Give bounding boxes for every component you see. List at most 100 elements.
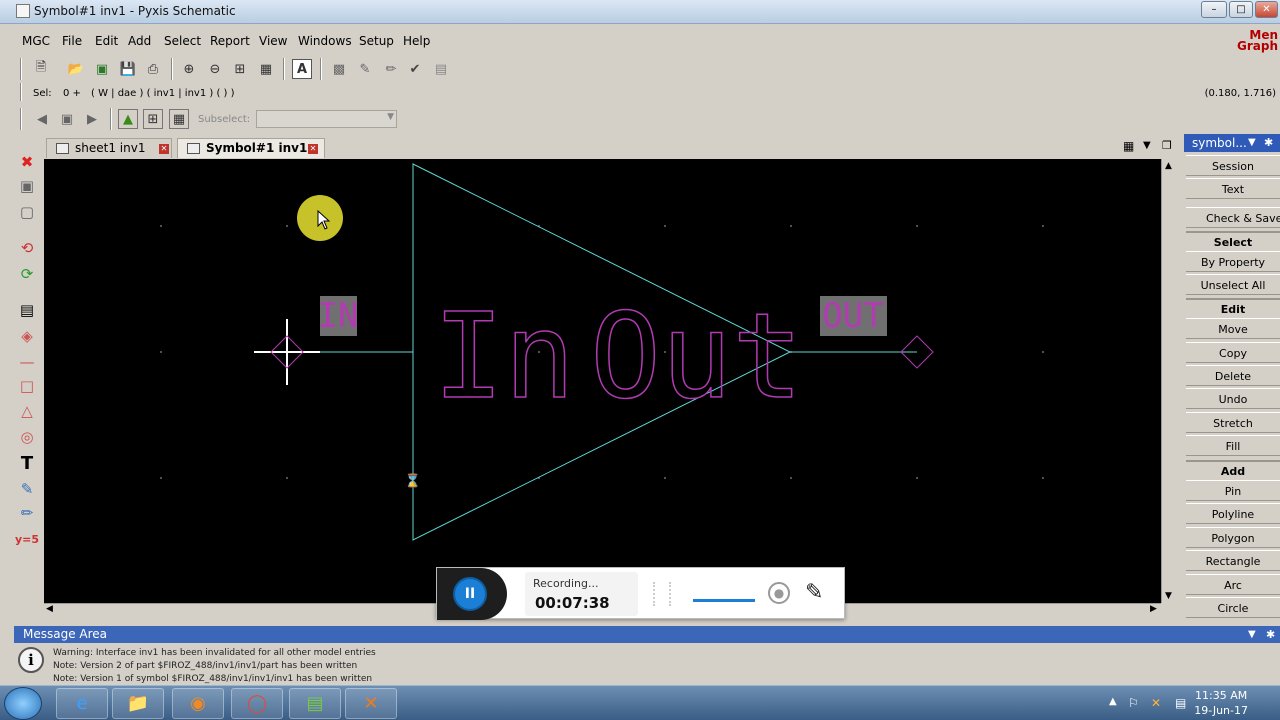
chrome-icon[interactable]: ◯ bbox=[231, 688, 283, 719]
action-center-icon[interactable]: ⚐ bbox=[1128, 696, 1139, 710]
component-icon[interactable]: ▩ bbox=[329, 59, 349, 79]
palette-session-button[interactable]: Session bbox=[1186, 155, 1280, 176]
symbol-text-in[interactable]: In bbox=[432, 286, 576, 426]
variable-icon[interactable]: y=5 bbox=[15, 528, 39, 550]
close-tab-icon[interactable]: ✕ bbox=[159, 144, 169, 154]
redo-icon[interactable]: ⟳ bbox=[16, 263, 38, 285]
scroll-up-icon[interactable]: ▲ bbox=[1165, 161, 1172, 171]
menu-edit[interactable]: Edit bbox=[95, 34, 118, 48]
chevron-down-icon[interactable]: ▼ bbox=[1143, 140, 1151, 151]
palette-stretch-button[interactable]: Stretch bbox=[1186, 412, 1280, 433]
open-folder-icon[interactable]: 📂 bbox=[66, 59, 86, 79]
palette-check-saves-button[interactable]: Check & Saves bbox=[1186, 207, 1280, 228]
palette-unselect-all-button[interactable]: Unselect All bbox=[1186, 274, 1280, 295]
select-all-icon[interactable]: ▦ bbox=[169, 109, 189, 129]
symbol-text-out[interactable]: Out bbox=[589, 286, 804, 426]
text-tool-icon[interactable]: A bbox=[292, 59, 312, 79]
check-icon[interactable]: ✔ bbox=[405, 59, 425, 79]
circle-icon[interactable]: ◎ bbox=[16, 426, 38, 448]
pause-button[interactable]: II bbox=[453, 577, 487, 611]
select-hierarchy-icon[interactable]: ▲ bbox=[118, 109, 138, 129]
menu-help[interactable]: Help bbox=[403, 34, 430, 48]
maximize-button[interactable]: □ bbox=[1229, 1, 1253, 18]
internet-explorer-icon[interactable]: e bbox=[56, 688, 108, 719]
palette-polygon-button[interactable]: Polygon bbox=[1186, 527, 1280, 548]
edit-property-icon[interactable]: ✏ bbox=[381, 59, 401, 79]
palette-polyline-button[interactable]: Polyline bbox=[1186, 503, 1280, 524]
network-icon[interactable]: ▤ bbox=[1175, 696, 1186, 710]
palette-fill-button[interactable]: Fill bbox=[1186, 435, 1280, 456]
rectangle-icon[interactable]: □ bbox=[16, 375, 38, 397]
palette-delete-button[interactable]: Delete bbox=[1186, 365, 1280, 386]
select-area-icon[interactable]: ⊞ bbox=[143, 109, 163, 129]
menu-view[interactable]: View bbox=[259, 34, 287, 48]
minimize-button[interactable]: – bbox=[1201, 1, 1227, 18]
schematic-canvas[interactable]: IN OUT In Out ⌛ bbox=[44, 159, 1161, 603]
home-icon[interactable]: ▣ bbox=[57, 109, 77, 129]
tray-expand-icon[interactable]: ▲ bbox=[1109, 696, 1117, 707]
menu-mgc[interactable]: MGC bbox=[22, 34, 50, 48]
edit-pencil-icon[interactable]: ✎ bbox=[355, 59, 375, 79]
scroll-right-icon[interactable]: ▶ bbox=[1150, 604, 1157, 614]
pin-icon[interactable]: ✱ bbox=[1266, 626, 1275, 643]
vertical-scrollbar[interactable]: ▲ ▼ bbox=[1161, 159, 1177, 603]
palette-text-button[interactable]: Text bbox=[1186, 178, 1280, 199]
pen-icon[interactable]: ✎ bbox=[805, 580, 823, 605]
back-arrow-icon[interactable]: ◀ bbox=[32, 109, 52, 129]
zoom-in-icon[interactable]: ⊕ bbox=[179, 59, 199, 79]
add-pin-icon[interactable]: ◈ bbox=[16, 325, 38, 347]
scroll-down-icon[interactable]: ▼ bbox=[1165, 591, 1172, 601]
palette-pin-button[interactable]: Pin bbox=[1186, 480, 1280, 501]
zoom-area-icon[interactable]: ⊞ bbox=[230, 59, 250, 79]
subselect-dropdown[interactable]: ▼ bbox=[256, 110, 397, 128]
close-button[interactable]: ✕ bbox=[1255, 1, 1278, 18]
tab-symbol[interactable]: Symbol#1 inv1 ✕ bbox=[177, 138, 325, 158]
new-document-icon[interactable]: 🗎 bbox=[31, 59, 51, 79]
start-button[interactable] bbox=[4, 687, 42, 720]
undo-icon[interactable]: ⟲ bbox=[16, 237, 38, 259]
zoom-out-icon[interactable]: ⊖ bbox=[205, 59, 225, 79]
palette-by-property-button[interactable]: By Property bbox=[1186, 251, 1280, 272]
chevron-down-icon[interactable]: ▼ bbox=[1248, 626, 1256, 643]
pin-in-label[interactable]: IN bbox=[318, 296, 359, 336]
xserver-icon[interactable]: ✕ bbox=[345, 688, 397, 719]
select-icon[interactable]: ▣ bbox=[16, 175, 38, 197]
scroll-left-icon[interactable]: ◀ bbox=[46, 604, 53, 614]
pyxis-app-icon[interactable]: ▤ bbox=[289, 688, 341, 719]
pin-tool-icon[interactable]: ▤ bbox=[16, 299, 38, 321]
webcam-icon[interactable]: ● bbox=[768, 582, 790, 604]
menu-report[interactable]: Report bbox=[210, 34, 250, 48]
forward-arrow-icon[interactable]: ▶ bbox=[82, 109, 102, 129]
volume-slider[interactable] bbox=[693, 599, 755, 602]
firefox-icon[interactable]: ◉ bbox=[172, 688, 224, 719]
save-icon[interactable]: 💾 bbox=[118, 59, 138, 79]
layout-icon[interactable]: ▦ bbox=[1123, 139, 1134, 153]
recorder-tray-icon[interactable]: ✕ bbox=[1151, 696, 1161, 710]
pin-icon[interactable]: ✱ bbox=[1264, 134, 1273, 152]
pin-out-label[interactable]: OUT bbox=[822, 296, 883, 336]
file-explorer-icon[interactable]: 📁 bbox=[112, 688, 164, 719]
menu-windows[interactable]: Windows bbox=[298, 34, 352, 48]
palette-header[interactable]: symbol... ▼ ✱ bbox=[1184, 134, 1280, 152]
report-icon[interactable]: ▤ bbox=[431, 59, 451, 79]
text-icon[interactable]: T bbox=[16, 452, 38, 474]
property-text-icon[interactable]: ✎ bbox=[16, 478, 38, 500]
palette-move-button[interactable]: Move bbox=[1186, 318, 1280, 339]
close-tab-icon[interactable]: ✕ bbox=[308, 144, 318, 154]
menu-file[interactable]: File bbox=[62, 34, 82, 48]
drag-handle[interactable] bbox=[653, 582, 671, 606]
menu-select[interactable]: Select bbox=[164, 34, 201, 48]
unselect-icon[interactable]: ▢ bbox=[16, 201, 38, 223]
palette-copy-button[interactable]: Copy bbox=[1186, 342, 1280, 363]
palette-rectangle-button[interactable]: Rectangle bbox=[1186, 550, 1280, 571]
palette-undo-button[interactable]: Undo bbox=[1186, 388, 1280, 409]
zoom-fit-icon[interactable]: ▦ bbox=[256, 59, 276, 79]
menu-setup[interactable]: Setup bbox=[359, 34, 394, 48]
property-edit-icon[interactable]: ✏ bbox=[16, 502, 38, 524]
tab-sheet1[interactable]: sheet1 inv1 ✕ bbox=[46, 138, 172, 158]
palette-circle-button[interactable]: Circle bbox=[1186, 597, 1280, 618]
polyline-icon[interactable]: — bbox=[16, 351, 38, 373]
save-check-icon[interactable]: ▣ bbox=[92, 59, 112, 79]
polygon-icon[interactable]: △ bbox=[16, 400, 38, 422]
print-icon[interactable]: ⎙ bbox=[143, 59, 163, 79]
